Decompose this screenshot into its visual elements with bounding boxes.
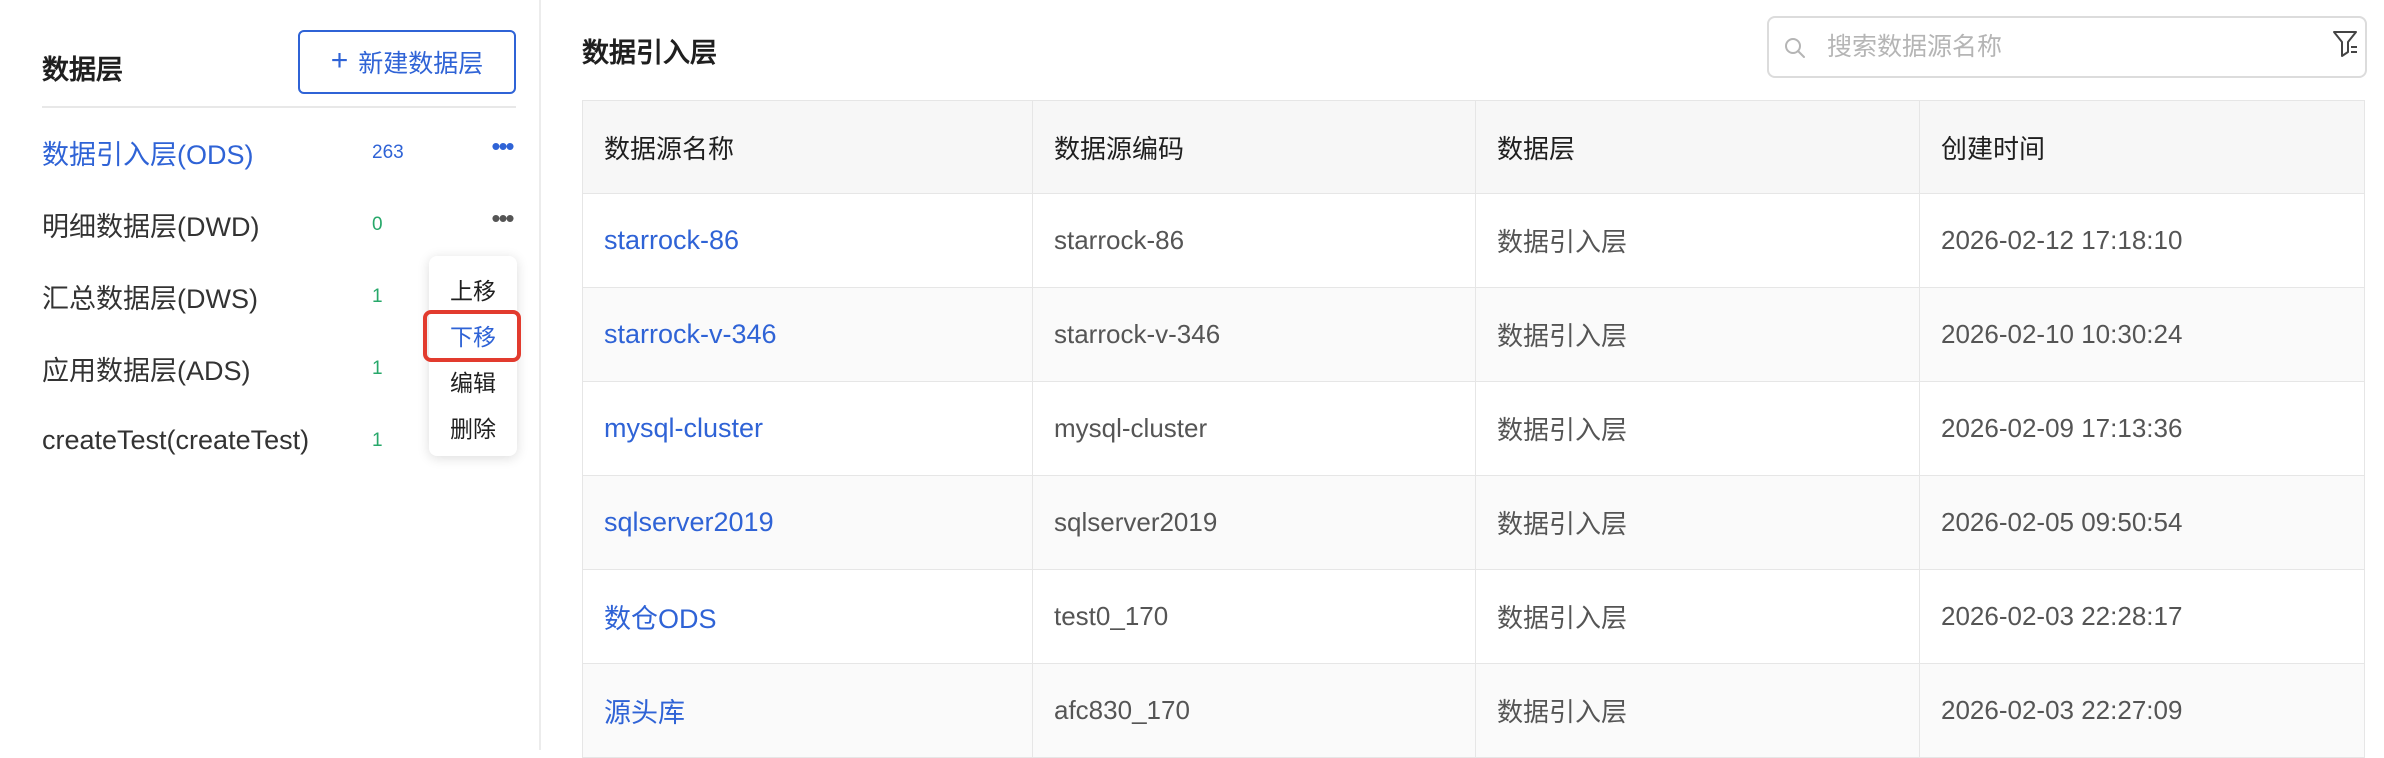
data-source-code: starrock-86 [1032, 193, 1476, 288]
data-source-name-link[interactable]: 源头库 [582, 663, 1033, 758]
created-time: 2026-02-10 10:30:24 [1919, 287, 2365, 382]
created-time: 2026-02-03 22:28:17 [1919, 569, 2365, 664]
data-source-name-link[interactable]: starrock-v-346 [582, 287, 1033, 382]
data-source-name-link[interactable]: mysql-cluster [582, 381, 1033, 476]
data-source-code: mysql-cluster [1032, 381, 1476, 476]
layer-count: 1 [372, 286, 383, 307]
created-time: 2026-02-09 17:13:36 [1919, 381, 2365, 476]
layer-count: 1 [372, 358, 383, 379]
data-source-table: 数据源名称 数据源编码 数据层 创建时间 starrock-86 starroc… [582, 100, 2365, 758]
data-layer-sidebar: 数据层 + 新建数据层 数据引入层(ODS) 263 ••• 明细数据层(DWD… [0, 0, 541, 750]
table-row: starrock-86 starrock-86 数据引入层 2026-02-12… [582, 193, 2365, 288]
column-header-code: 数据源编码 [1032, 100, 1476, 194]
data-layer: 数据引入层 [1475, 287, 1920, 382]
page-title: 数据引入层 [582, 38, 717, 68]
layer-item-dwd[interactable]: 明细数据层(DWD) 0 ••• [42, 188, 522, 260]
more-icon[interactable]: ••• [487, 133, 517, 166]
table-row: mysql-cluster mysql-cluster 数据引入层 2026-0… [582, 381, 2365, 476]
table-row: starrock-v-346 starrock-v-346 数据引入层 2026… [582, 287, 2365, 382]
layer-name: 应用数据层(ADS) [42, 355, 251, 386]
new-data-layer-label: 新建数据层 [358, 50, 484, 78]
sidebar-title: 数据层 [42, 55, 123, 85]
created-time: 2026-02-05 09:50:54 [1919, 475, 2365, 570]
created-time: 2026-02-12 17:18:10 [1919, 193, 2365, 288]
move-down-menu-item[interactable]: 下移 [423, 310, 521, 362]
search-box[interactable] [1767, 16, 2367, 78]
layer-name: 汇总数据层(DWS) [42, 283, 258, 314]
table-row: 数仓ODS test0_170 数据引入层 2026-02-03 22:28:1… [582, 569, 2365, 664]
main-panel: 数据引入层 数据源名称 数据源编码 数据层 创建时间 [582, 0, 2367, 758]
data-source-name-link[interactable]: 数仓ODS [582, 569, 1033, 664]
column-header-created: 创建时间 [1919, 100, 2365, 194]
delete-menu-item[interactable]: 删除 [429, 404, 517, 450]
layer-name: 明细数据层(DWD) [42, 211, 260, 242]
data-layer: 数据引入层 [1475, 569, 1920, 664]
data-source-code: test0_170 [1032, 569, 1476, 664]
filter-icon[interactable] [2331, 28, 2359, 60]
highlight-box [423, 310, 521, 362]
search-input[interactable] [1827, 26, 2307, 68]
layer-count: 1 [372, 430, 383, 451]
column-header-layer: 数据层 [1475, 100, 1920, 194]
sidebar-header: 数据层 + 新建数据层 [42, 30, 516, 96]
data-layer: 数据引入层 [1475, 193, 1920, 288]
edit-menu-item[interactable]: 编辑 [429, 358, 517, 404]
data-source-name-link[interactable]: starrock-86 [582, 193, 1033, 288]
data-source-code: starrock-v-346 [1032, 287, 1476, 382]
data-layer: 数据引入层 [1475, 381, 1920, 476]
new-data-layer-button[interactable]: + 新建数据层 [298, 30, 516, 94]
plus-icon: + [330, 44, 349, 77]
table-row: 源头库 afc830_170 数据引入层 2026-02-03 22:27:09 [582, 663, 2365, 758]
table-header-row: 数据源名称 数据源编码 数据层 创建时间 [582, 100, 2365, 194]
data-layer: 数据引入层 [1475, 475, 1920, 570]
table-row: sqlserver2019 sqlserver2019 数据引入层 2026-0… [582, 475, 2365, 570]
layer-count: 263 [372, 142, 404, 163]
move-up-menu-item[interactable]: 上移 [429, 266, 517, 312]
data-source-name-link[interactable]: sqlserver2019 [582, 475, 1033, 570]
layer-name: 数据引入层(ODS) [42, 139, 254, 170]
layer-context-menu: 上移 下移 编辑 删除 [423, 256, 521, 456]
column-header-name: 数据源名称 [582, 100, 1033, 194]
more-icon[interactable]: ••• [487, 205, 517, 238]
layer-name: createTest(createTest) [42, 424, 310, 455]
sidebar-divider [42, 106, 516, 108]
search-icon [1785, 38, 1805, 58]
layer-count: 0 [372, 214, 383, 235]
layer-item-ods[interactable]: 数据引入层(ODS) 263 ••• [42, 116, 522, 188]
created-time: 2026-02-03 22:27:09 [1919, 663, 2365, 758]
data-source-code: sqlserver2019 [1032, 475, 1476, 570]
data-layer: 数据引入层 [1475, 663, 1920, 758]
data-source-code: afc830_170 [1032, 663, 1476, 758]
